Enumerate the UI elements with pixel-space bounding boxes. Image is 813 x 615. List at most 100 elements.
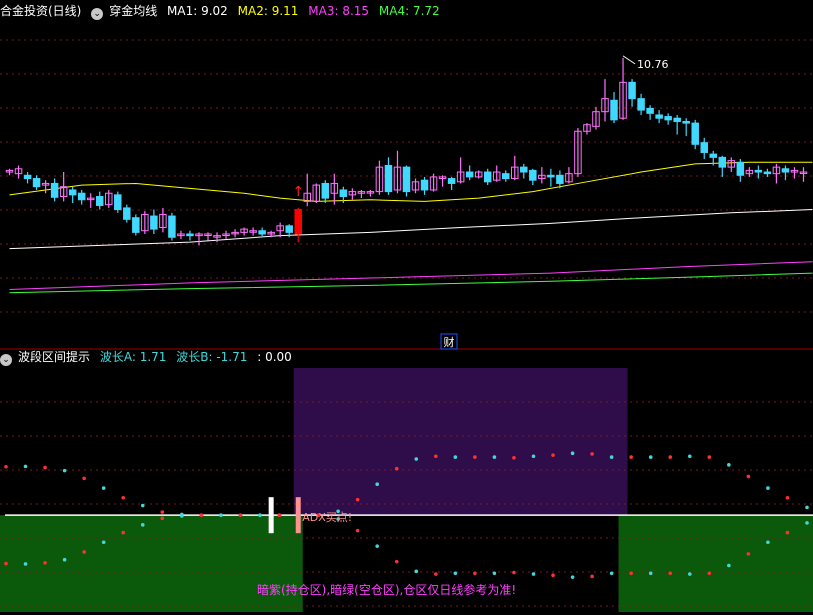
candle-body	[637, 98, 645, 111]
signal-bar	[295, 497, 301, 534]
candle-body	[763, 171, 772, 175]
candle-body	[447, 178, 456, 184]
wave-a-dot	[570, 451, 575, 456]
wave-b-dot	[414, 569, 419, 574]
candle-body	[339, 189, 348, 197]
wave-b-dot	[551, 573, 555, 578]
candle-body	[150, 215, 158, 230]
candle-body	[483, 171, 492, 183]
wave-a-dot	[140, 503, 145, 508]
wave-a-dot	[453, 455, 458, 459]
wave-b-dot	[355, 528, 360, 533]
wave-b-dot	[62, 557, 67, 562]
zone-note: 暗紫(持仓区),暗绿(空仓区),仓区仅日线参考为准!	[257, 582, 516, 597]
candle-body	[664, 116, 672, 121]
wave-b-dot	[746, 552, 751, 556]
wave-a-dot	[43, 465, 47, 470]
wave-b-dot	[258, 513, 262, 517]
candle-body	[186, 233, 194, 237]
wave-b-dot	[727, 563, 731, 568]
candle-body	[114, 194, 122, 211]
wave-b-dot	[180, 514, 184, 518]
wave-a-dot	[668, 455, 673, 459]
candle-body	[132, 217, 140, 233]
wave-a-dot	[590, 452, 594, 456]
wave-a-dot	[766, 486, 770, 490]
candle-body	[691, 122, 699, 145]
candle-body	[655, 114, 663, 119]
wave-a-dot	[609, 455, 614, 459]
adx-buy-label: ADX买点!	[302, 511, 352, 524]
wave-b-dot	[140, 523, 145, 527]
wave-b-dot	[590, 574, 594, 579]
wave-b-dot	[531, 572, 536, 576]
wave-a-dot	[414, 457, 419, 461]
wave-b-dot	[609, 571, 614, 576]
ma-line-ma3	[9, 261, 813, 290]
wave-a-dot	[492, 455, 497, 459]
wave-a-dot	[512, 456, 516, 460]
candle-body	[628, 81, 636, 100]
candle-body	[321, 182, 330, 199]
wave-b-dot	[43, 561, 47, 565]
wave-b-dot	[648, 571, 653, 576]
wave-a-dot	[160, 510, 165, 514]
wave-b-dot	[277, 513, 282, 517]
wave-b-dot	[121, 530, 126, 535]
wave-b-dot	[492, 571, 497, 576]
wave-a-dot	[121, 495, 126, 500]
candle-body	[781, 168, 790, 173]
wave-b-dot	[805, 521, 809, 525]
wave-b-dot	[23, 562, 28, 566]
wave-a-dot	[101, 486, 106, 490]
ma-line-ma2	[9, 161, 813, 202]
candle-body	[556, 174, 564, 184]
candle-body	[258, 230, 266, 235]
signal-bar	[268, 497, 274, 534]
candle-body	[68, 189, 77, 196]
wave-b-dot	[375, 544, 379, 548]
wave-a-dot	[394, 466, 399, 471]
wave-b-dot	[473, 571, 477, 576]
candle-body	[95, 195, 104, 206]
signal-arrow: ↑	[292, 184, 304, 200]
wave-b-dot	[4, 561, 8, 566]
candle-body	[529, 169, 537, 181]
wave-a-dot	[707, 455, 712, 459]
wave-b-dot	[707, 571, 712, 576]
wave-b-dot	[512, 570, 516, 575]
ma-line-ma4	[9, 272, 813, 294]
candle-body	[547, 174, 555, 178]
peak-pointer	[622, 55, 636, 65]
candle-body	[709, 153, 718, 158]
wave-b-dot	[453, 571, 458, 576]
candle-body	[736, 161, 745, 176]
wave-b-dot	[785, 530, 790, 535]
wave-b-dot	[687, 572, 692, 576]
peak-label: 10.76	[637, 58, 669, 71]
hold-zone	[293, 368, 628, 516]
wave-b-dot	[238, 513, 243, 517]
wave-a-dot	[355, 497, 360, 502]
candle-body	[123, 207, 131, 220]
wave-a-dot	[82, 476, 86, 481]
wave-b-dot	[434, 572, 438, 576]
candle-body	[23, 174, 32, 180]
candle-body	[50, 182, 59, 198]
wave-a-dot	[531, 454, 536, 459]
candle-body	[754, 169, 763, 173]
candle-body	[77, 192, 86, 201]
wave-b-dot	[570, 575, 575, 579]
wave-b-dot	[101, 540, 106, 545]
wave-b-dot	[668, 571, 673, 576]
stock-chart[interactable]: ↑ 10.76 财 ADX买点! 暗紫(持仓区),暗绿(空仓区),仓区仅日线参考为准!	[0, 0, 813, 615]
cai-marker: 财	[444, 335, 455, 349]
candle-body	[384, 165, 393, 193]
candle-body	[32, 178, 41, 188]
candle-body	[501, 173, 510, 180]
wave-a-dot	[375, 482, 379, 486]
wave-a-dot	[434, 454, 438, 459]
empty-zone	[618, 515, 813, 612]
wave-a-dot	[23, 464, 28, 469]
candle-body	[700, 142, 708, 153]
